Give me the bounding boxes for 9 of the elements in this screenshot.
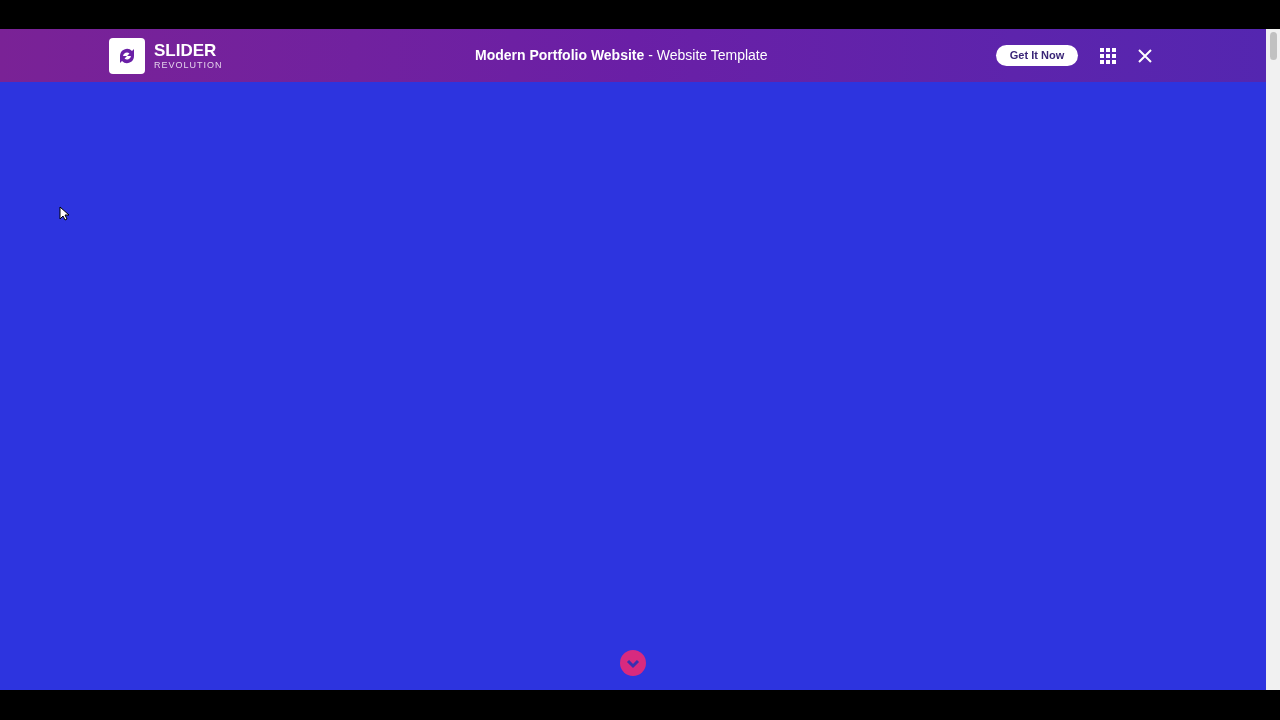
scrollbar[interactable] [1266, 29, 1280, 690]
logo-icon [109, 37, 145, 74]
logo-subtitle: REVOLUTION [154, 60, 223, 70]
grid-icon[interactable] [1100, 47, 1116, 64]
page-title: Modern Portfolio Website - Website Template [475, 46, 768, 65]
logo-name: SLIDER [154, 41, 218, 59]
get-it-now-button[interactable]: Get It Now [996, 45, 1078, 66]
close-icon[interactable] [1138, 48, 1152, 63]
cursor-icon [59, 206, 69, 221]
